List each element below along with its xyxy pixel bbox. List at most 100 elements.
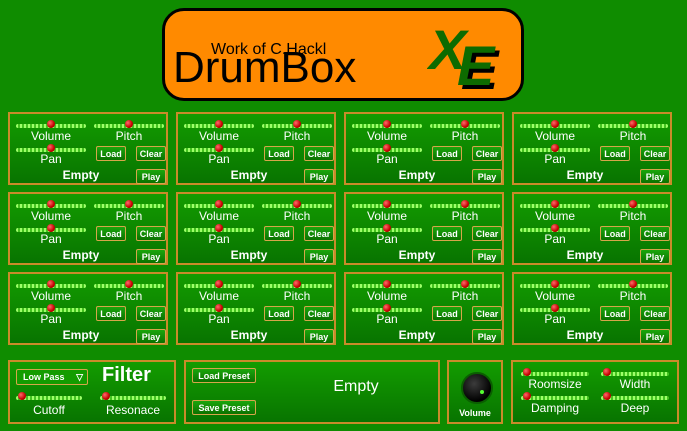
pitch-slider-knob[interactable] bbox=[125, 280, 133, 288]
pan-slider-knob[interactable] bbox=[215, 224, 223, 232]
clear-button[interactable]: Clear bbox=[304, 146, 334, 161]
pitch-slider-knob[interactable] bbox=[293, 200, 301, 208]
play-button[interactable]: Play bbox=[640, 169, 670, 184]
pitch-slider-knob[interactable] bbox=[461, 200, 469, 208]
play-button[interactable]: Play bbox=[472, 169, 502, 184]
play-button[interactable]: Play bbox=[640, 329, 670, 344]
clear-button[interactable]: Clear bbox=[304, 306, 334, 321]
volume-slider[interactable] bbox=[520, 200, 590, 208]
play-button[interactable]: Play bbox=[136, 249, 166, 264]
load-button[interactable]: Load bbox=[96, 146, 126, 161]
clear-button[interactable]: Clear bbox=[640, 226, 670, 241]
pitch-slider-knob[interactable] bbox=[461, 280, 469, 288]
load-button[interactable]: Load bbox=[96, 306, 126, 321]
cutoff-slider-knob[interactable] bbox=[18, 392, 26, 400]
pan-slider-knob[interactable] bbox=[551, 144, 559, 152]
pan-slider-knob[interactable] bbox=[47, 224, 55, 232]
pitch-slider-knob[interactable] bbox=[293, 280, 301, 288]
save-preset-button[interactable]: Save Preset bbox=[192, 400, 256, 415]
clear-button[interactable]: Clear bbox=[472, 226, 502, 241]
play-button[interactable]: Play bbox=[472, 249, 502, 264]
pan-slider-knob[interactable] bbox=[215, 144, 223, 152]
pitch-slider[interactable] bbox=[262, 120, 332, 128]
volume-slider-knob[interactable] bbox=[383, 280, 391, 288]
volume-slider-knob[interactable] bbox=[47, 120, 55, 128]
load-button[interactable]: Load bbox=[432, 306, 462, 321]
load-button[interactable]: Load bbox=[600, 146, 630, 161]
volume-slider[interactable] bbox=[184, 200, 254, 208]
volume-slider-knob[interactable] bbox=[215, 200, 223, 208]
volume-slider-knob[interactable] bbox=[551, 200, 559, 208]
pitch-slider-knob[interactable] bbox=[125, 120, 133, 128]
pan-slider-knob[interactable] bbox=[47, 304, 55, 312]
volume-slider[interactable] bbox=[520, 280, 590, 288]
pitch-slider-knob[interactable] bbox=[461, 120, 469, 128]
play-button[interactable]: Play bbox=[304, 329, 334, 344]
pan-slider-knob[interactable] bbox=[47, 144, 55, 152]
pitch-slider-knob[interactable] bbox=[629, 280, 637, 288]
volume-slider-knob[interactable] bbox=[47, 280, 55, 288]
pitch-slider[interactable] bbox=[430, 280, 500, 288]
volume-slider[interactable] bbox=[352, 200, 422, 208]
clear-button[interactable]: Clear bbox=[472, 306, 502, 321]
roomsize-slider[interactable] bbox=[521, 368, 589, 376]
play-button[interactable]: Play bbox=[304, 249, 334, 264]
pitch-slider[interactable] bbox=[94, 280, 164, 288]
volume-slider[interactable] bbox=[520, 120, 590, 128]
volume-slider[interactable] bbox=[184, 280, 254, 288]
pitch-slider[interactable] bbox=[430, 120, 500, 128]
clear-button[interactable]: Clear bbox=[640, 146, 670, 161]
play-button[interactable]: Play bbox=[472, 329, 502, 344]
width-slider[interactable] bbox=[601, 368, 669, 376]
clear-button[interactable]: Clear bbox=[472, 146, 502, 161]
damping-slider-knob[interactable] bbox=[523, 392, 531, 400]
resonance-slider[interactable] bbox=[100, 392, 166, 400]
load-button[interactable]: Load bbox=[600, 306, 630, 321]
volume-slider-knob[interactable] bbox=[551, 280, 559, 288]
clear-button[interactable]: Clear bbox=[304, 226, 334, 241]
volume-slider[interactable] bbox=[352, 280, 422, 288]
pan-slider-knob[interactable] bbox=[215, 304, 223, 312]
damping-slider[interactable] bbox=[521, 392, 589, 400]
resonance-slider-knob[interactable] bbox=[102, 392, 110, 400]
pitch-slider[interactable] bbox=[430, 200, 500, 208]
volume-slider[interactable] bbox=[352, 120, 422, 128]
volume-slider-knob[interactable] bbox=[47, 200, 55, 208]
pan-slider-knob[interactable] bbox=[551, 224, 559, 232]
play-button[interactable]: Play bbox=[136, 329, 166, 344]
pitch-slider[interactable] bbox=[94, 120, 164, 128]
pitch-slider[interactable] bbox=[598, 120, 668, 128]
load-button[interactable]: Load bbox=[96, 226, 126, 241]
clear-button[interactable]: Clear bbox=[136, 306, 166, 321]
play-button[interactable]: Play bbox=[304, 169, 334, 184]
width-slider-knob[interactable] bbox=[603, 368, 611, 376]
pitch-slider-knob[interactable] bbox=[629, 120, 637, 128]
pitch-slider[interactable] bbox=[598, 280, 668, 288]
pitch-slider-knob[interactable] bbox=[293, 120, 301, 128]
load-button[interactable]: Load bbox=[432, 226, 462, 241]
pitch-slider-knob[interactable] bbox=[125, 200, 133, 208]
volume-slider-knob[interactable] bbox=[551, 120, 559, 128]
volume-slider-knob[interactable] bbox=[383, 120, 391, 128]
pitch-slider[interactable] bbox=[262, 280, 332, 288]
volume-slider[interactable] bbox=[16, 280, 86, 288]
play-button[interactable]: Play bbox=[136, 169, 166, 184]
volume-slider-knob[interactable] bbox=[215, 280, 223, 288]
load-button[interactable]: Load bbox=[264, 146, 294, 161]
load-button[interactable]: Load bbox=[264, 226, 294, 241]
clear-button[interactable]: Clear bbox=[640, 306, 670, 321]
cutoff-slider[interactable] bbox=[16, 392, 82, 400]
volume-slider[interactable] bbox=[16, 120, 86, 128]
pitch-slider[interactable] bbox=[598, 200, 668, 208]
filter-type-select[interactable]: Low Pass ▽ bbox=[16, 369, 88, 385]
deep-slider-knob[interactable] bbox=[603, 392, 611, 400]
volume-slider-knob[interactable] bbox=[215, 120, 223, 128]
volume-slider[interactable] bbox=[184, 120, 254, 128]
load-preset-button[interactable]: Load Preset bbox=[192, 368, 256, 383]
volume-slider[interactable] bbox=[16, 200, 86, 208]
deep-slider[interactable] bbox=[601, 392, 669, 400]
clear-button[interactable]: Clear bbox=[136, 146, 166, 161]
volume-slider-knob[interactable] bbox=[383, 200, 391, 208]
clear-button[interactable]: Clear bbox=[136, 226, 166, 241]
play-button[interactable]: Play bbox=[640, 249, 670, 264]
